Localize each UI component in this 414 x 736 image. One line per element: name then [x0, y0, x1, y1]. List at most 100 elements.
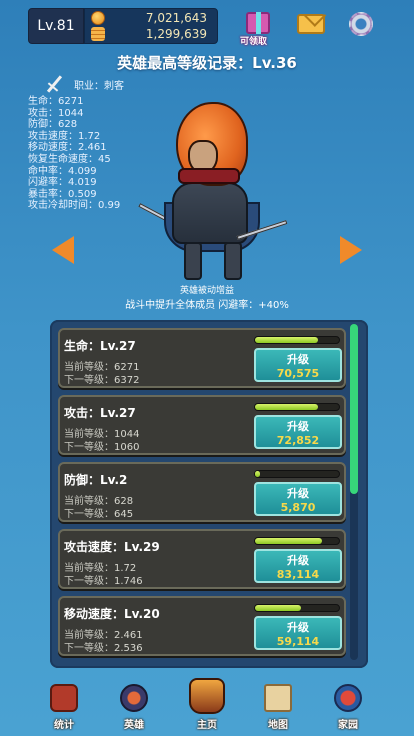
- map-icon: [264, 684, 292, 712]
- hero-record-title: 英雄最高等级记录：Lv.36: [117, 54, 297, 72]
- nav-label: 英雄: [124, 720, 144, 731]
- currency-panel: 7,021,643 1,299,639: [84, 8, 218, 44]
- nav-label: 主页: [197, 720, 217, 731]
- stat-line: 命中率：4.099: [28, 165, 97, 177]
- gear-icon: [349, 12, 373, 36]
- bottom-nav: 统计 英雄 主页 地图 家园: [0, 678, 414, 736]
- nav-garden[interactable]: 家园: [318, 680, 378, 736]
- upgrade-button[interactable]: 升级 59,114: [254, 616, 342, 650]
- upgrade-card-attack: 攻击：Lv.27 当前等级：1044 下一等级：1060 升级 72,852: [58, 395, 346, 455]
- stats-icon: [50, 684, 78, 712]
- next-label: 下一等级：: [64, 509, 114, 520]
- stat-line: 暴击率：0.509: [28, 188, 97, 200]
- coin-stack-icon: [91, 27, 105, 41]
- nav-label: 地图: [268, 720, 288, 731]
- job-label: 职业：刺客: [74, 80, 124, 92]
- upgrade-button[interactable]: 升级 5,870: [254, 482, 342, 516]
- upgrade-button[interactable]: 升级 70,575: [254, 348, 342, 382]
- player-level: Lv.81: [28, 8, 84, 44]
- next-label: 下一等级：: [64, 576, 114, 587]
- gift-icon: [246, 12, 270, 34]
- upgrade-cost: 70,575: [276, 367, 320, 380]
- upgrade-button-label: 升级: [287, 420, 309, 433]
- next-level: 下一等级：1060: [64, 438, 139, 453]
- upgrade-name: 生命：Lv.27: [64, 339, 136, 353]
- nav-label: 统计: [54, 720, 74, 731]
- stat-line: 防御：628: [28, 119, 78, 131]
- nav-map[interactable]: 地图: [248, 680, 308, 736]
- hero-icon: [120, 684, 148, 712]
- next-value: 1.746: [114, 576, 143, 587]
- hero-scarf: [178, 168, 240, 184]
- nav-label: 家园: [338, 720, 358, 731]
- home-icon: [189, 678, 225, 714]
- progress-fill: [255, 538, 323, 544]
- upgrade-cost: 5,870: [280, 501, 316, 514]
- progress-fill: [255, 337, 318, 343]
- list-scrollbar[interactable]: [350, 324, 358, 660]
- nav-stats[interactable]: 统计: [34, 680, 94, 736]
- upgrade-card-move-speed: 移动速度：Lv.20 当前等级：2.461 下一等级：2.536 升级 59,1…: [58, 596, 346, 656]
- hero-stats-list: 生命：6271 攻击：1044 防御：628 攻击速度：1.72 移动速度：2.…: [28, 96, 120, 212]
- next-label: 下一等级：: [64, 375, 114, 386]
- gold-amount: 7,021,643: [145, 11, 207, 25]
- next-label: 下一等级：: [64, 442, 114, 453]
- upgrade-button-label: 升级: [287, 621, 309, 634]
- next-hero-arrow-icon[interactable]: [340, 236, 362, 264]
- hero-portrait: [132, 98, 288, 286]
- hero-leg: [224, 242, 242, 280]
- prev-hero-arrow-icon[interactable]: [52, 236, 74, 264]
- next-level: 下一等级：645: [64, 505, 133, 520]
- scroll-thumb[interactable]: [350, 324, 358, 494]
- upgrade-progress: [254, 403, 340, 411]
- next-value: 6372: [114, 375, 140, 386]
- progress-fill: [255, 404, 318, 410]
- top-bar: Lv.81 7,021,643 1,299,639: [28, 8, 218, 44]
- gem-amount: 1,299,639: [145, 27, 207, 41]
- upgrade-cost: 83,114: [276, 568, 320, 581]
- progress-fill: [255, 471, 261, 477]
- nav-hero[interactable]: 英雄: [104, 680, 164, 736]
- upgrade-progress: [254, 470, 340, 478]
- sword-icon: [44, 74, 64, 94]
- upgrade-name: 攻击速度：Lv.29: [64, 540, 160, 554]
- upgrade-list[interactable]: 生命：Lv.27 当前等级：6271 下一等级：6372 升级 70,575 攻…: [50, 320, 368, 668]
- hero-leg: [184, 242, 202, 280]
- upgrade-name: 移动速度：Lv.20: [64, 607, 160, 621]
- passive-description: 战斗中提升全体成员 闪避率：+40%: [125, 300, 289, 311]
- gold-row: 7,021,643: [85, 11, 207, 25]
- progress-fill: [255, 605, 302, 611]
- next-label: 下一等级：: [64, 643, 114, 654]
- upgrade-progress: [254, 336, 340, 344]
- upgrade-progress: [254, 537, 340, 545]
- next-value: 645: [114, 509, 134, 520]
- stat-line: 闪避率：4.019: [28, 177, 97, 189]
- stat-line: 攻击速度：1.72: [28, 130, 101, 142]
- nav-home[interactable]: 主页: [177, 678, 237, 736]
- hero-body: [172, 182, 248, 244]
- upgrade-button-label: 升级: [287, 487, 309, 500]
- stat-line: 生命：6271: [28, 96, 84, 107]
- upgrade-name: 防御：Lv.2: [64, 473, 128, 487]
- mail-button[interactable]: [296, 10, 326, 38]
- mail-icon: [297, 14, 325, 34]
- gift-claimable-label: 可领取: [240, 37, 268, 47]
- job-row: 职业：刺客: [44, 74, 124, 94]
- stat-line: 恢复生命速度：45: [28, 153, 111, 165]
- next-value: 2.536: [114, 643, 143, 654]
- upgrade-button[interactable]: 升级 83,114: [254, 549, 342, 583]
- upgrade-cost: 59,114: [276, 635, 320, 648]
- upgrade-button-label: 升级: [287, 554, 309, 567]
- upgrade-card-defense: 防御：Lv.2 当前等级：628 下一等级：645 升级 5,870: [58, 462, 346, 522]
- upgrade-cost: 72,852: [276, 434, 320, 447]
- stat-line: 攻击冷却时间：0.99: [28, 200, 121, 212]
- settings-button[interactable]: [346, 10, 376, 38]
- next-value: 1060: [114, 442, 140, 453]
- upgrade-button[interactable]: 升级 72,852: [254, 415, 342, 449]
- upgrade-progress: [254, 604, 340, 612]
- passive-title: 英雄被动增益: [179, 286, 234, 296]
- gold-coin-icon: [91, 11, 105, 25]
- next-level: 下一等级：1.746: [64, 572, 143, 587]
- upgrade-button-label: 升级: [287, 353, 309, 366]
- upgrade-name: 攻击：Lv.27: [64, 406, 136, 420]
